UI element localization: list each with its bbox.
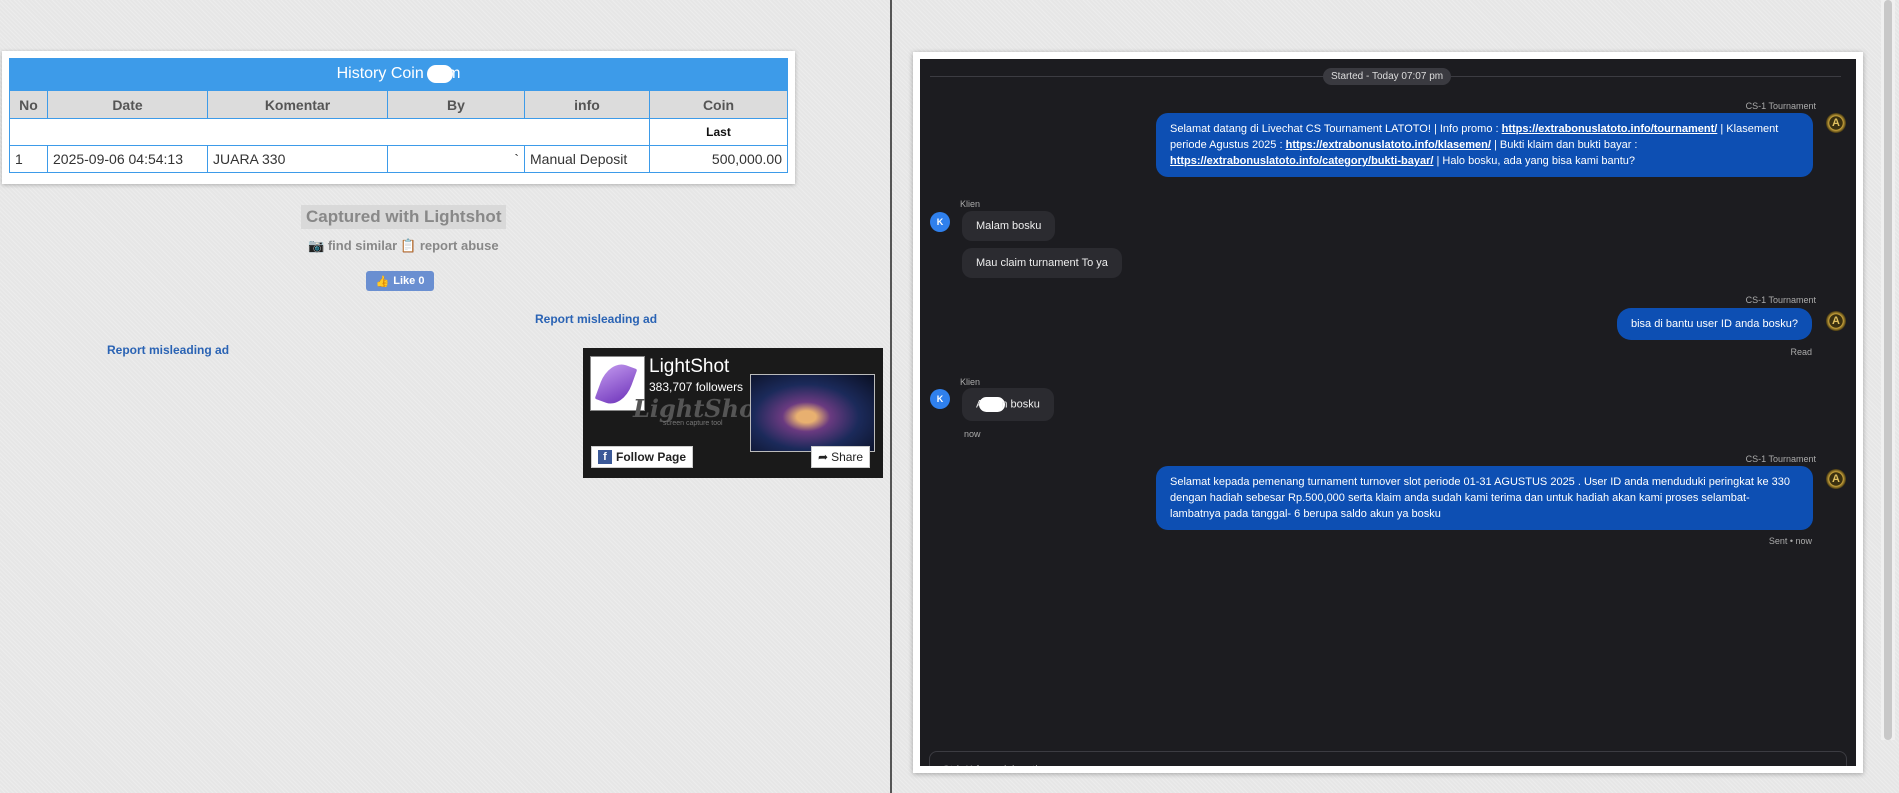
fb-page-name[interactable]: LightShot <box>649 356 729 378</box>
history-title: History Coin a m <box>9 58 788 91</box>
client-message-bubble: Mau claim turnament To ya <box>962 248 1122 278</box>
share-icon: ➦ <box>818 450 829 464</box>
col-komentar: Komentar <box>207 90 388 119</box>
last-label: Last <box>649 118 788 146</box>
msg-text: Selamat datang di Livechat CS Tournament… <box>1170 123 1502 135</box>
fb-followers-count: 383,707 followers <box>649 380 744 394</box>
lightshot-feather-icon <box>594 359 638 409</box>
find-similar-link[interactable]: 📷 find similar <box>308 238 397 254</box>
klasemen-link[interactable]: https://extrabonuslatoto.info/klasemen/ <box>1286 139 1491 151</box>
agent-name-label: CS-1 Tournament <box>1745 295 1816 305</box>
cell-no: 1 <box>9 145 48 173</box>
col-info: info <box>524 90 650 119</box>
table-subheader-row: Last <box>9 118 788 146</box>
tournament-link[interactable]: https://extrabonuslatoto.info/tournament… <box>1502 123 1718 135</box>
fb-cover-brand: LightShot <box>633 394 767 423</box>
report-misleading-ad-link[interactable]: Report misleading ad <box>535 312 657 326</box>
like-button[interactable]: 👍 Like 0 <box>366 271 434 291</box>
history-title-prefix: History Coin a <box>336 65 438 83</box>
agent-avatar: A <box>1826 311 1846 331</box>
report-abuse-label: report abuse <box>419 238 499 253</box>
follow-page-button[interactable]: f Follow Page <box>591 446 694 468</box>
facebook-icon: f <box>598 450 612 464</box>
history-coin-table: History Coin a m No Date Komentar By info… <box>9 58 788 173</box>
agent-name-label: CS-1 Tournament <box>1745 454 1816 464</box>
chat-panel: Started - Today 07:07 pm CS-1 Tournament… <box>920 59 1856 766</box>
client-name-label: Klien <box>960 377 981 387</box>
col-by: By <box>387 90 525 119</box>
find-similar-label: find similar <box>327 238 398 253</box>
msg-text: | Halo bosku, ada yang bisa kami bantu? <box>1433 155 1636 167</box>
col-no: No <box>9 90 48 119</box>
col-coin: Coin <box>649 90 788 119</box>
col-date: Date <box>47 90 208 119</box>
table-header-row: No Date Komentar By info Coin <box>9 90 788 119</box>
facebook-page-widget[interactable]: LightShot 383,707 followers LightShot sc… <box>583 348 883 478</box>
sent-status: Sent • now <box>1768 536 1812 546</box>
read-status: Read <box>1790 347 1812 357</box>
fb-cover-thumbnail <box>750 374 875 452</box>
client-message-bubble: An bosku <box>962 388 1054 421</box>
chat-composer-input[interactable]: Ctrl+K for quick actions <box>929 751 1847 766</box>
table-row: 1 2025-09-06 04:54:13 JUARA 330 ` Manual… <box>9 145 788 173</box>
agent-message-bubble: Selamat datang di Livechat CS Tournament… <box>1156 113 1813 177</box>
bukti-bayar-link[interactable]: https://extrabonuslatoto.info/category/b… <box>1170 155 1433 167</box>
report-misleading-ad-link[interactable]: Report misleading ad <box>107 343 229 357</box>
history-coin-card: History Coin a m No Date Komentar By info… <box>2 51 795 184</box>
share-label: Share <box>831 450 864 464</box>
agent-avatar: A <box>1826 469 1846 489</box>
scrollbar-thumb[interactable] <box>1884 0 1892 740</box>
clipboard-icon: 📋 <box>400 238 417 253</box>
follow-page-label: Follow Page <box>616 450 687 464</box>
livechat-window: Started - Today 07:07 pm CS-1 Tournament… <box>913 52 1863 773</box>
empty-cell <box>9 118 650 146</box>
like-label: Like 0 <box>393 275 425 287</box>
client-avatar: K <box>930 212 950 232</box>
cell-by: ` <box>387 145 525 173</box>
msg-text: n bosku <box>1001 398 1040 411</box>
history-title-suffix: m <box>447 65 461 83</box>
chat-started-pill: Started - Today 07:07 pm <box>1323 68 1452 85</box>
camera-icon: 📷 <box>308 238 325 253</box>
agent-message-bubble: bisa di bantu user ID anda bosku? <box>1617 308 1812 340</box>
client-name-label: Klien <box>960 199 981 209</box>
client-avatar: K <box>930 389 950 409</box>
share-button[interactable]: ➦ Share <box>811 446 871 468</box>
agent-message-bubble: Selamat kepada pemenang turnament turnov… <box>1156 466 1813 530</box>
thumbs-up-icon: 👍 <box>375 275 390 288</box>
report-abuse-link[interactable]: 📋 report abuse <box>400 238 499 254</box>
cell-coin: 500,000.00 <box>649 145 788 173</box>
cell-date: 2025-09-06 04:54:13 <box>47 145 208 173</box>
agent-avatar: A <box>1826 113 1846 133</box>
captured-with-lightshot-label: Captured with Lightshot <box>301 205 507 229</box>
msg-text: | Bukti klaim dan bukti bayar : <box>1490 139 1638 151</box>
timestamp: now <box>964 429 981 439</box>
agent-name-label: CS-1 Tournament <box>1745 101 1816 111</box>
client-message-bubble: Malam bosku <box>962 211 1056 241</box>
lightshot-page: History Coin a m No Date Komentar By info… <box>0 0 890 793</box>
cell-info: Manual Deposit <box>524 145 650 173</box>
fb-cover-brand-sub: screen capture tool <box>663 420 723 427</box>
pane-divider <box>890 0 892 793</box>
cell-komentar: JUARA 330 <box>207 145 388 173</box>
